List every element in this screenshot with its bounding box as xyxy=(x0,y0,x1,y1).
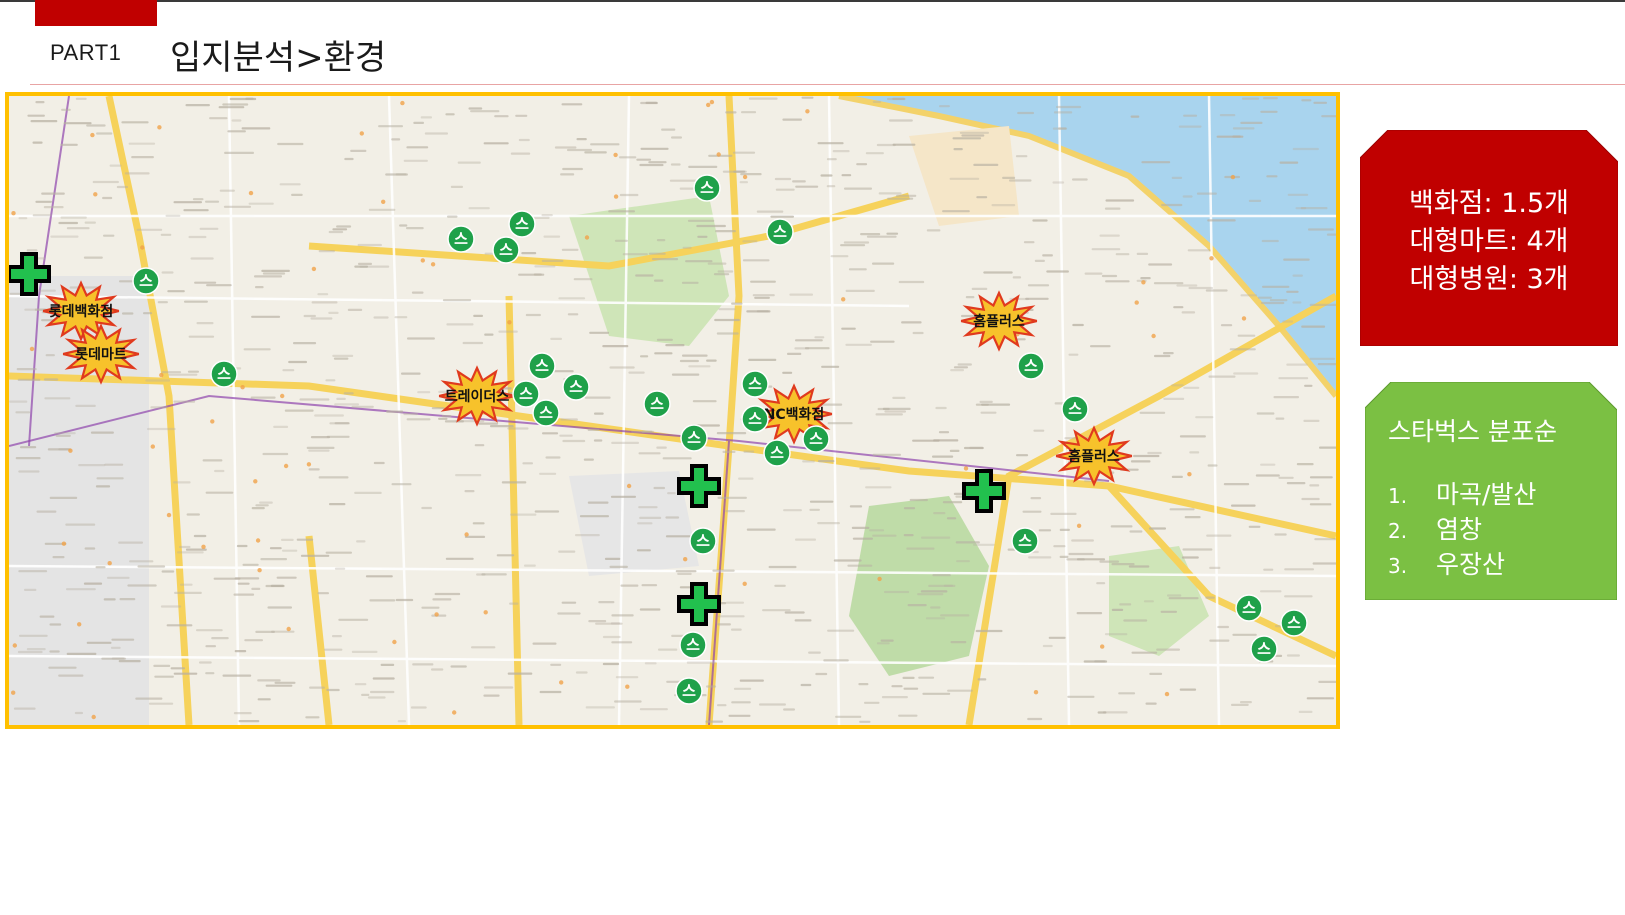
map-canvas: 롯데백화점NC백화점롯데마트트레이더스홈플러스홈플러스 스스스스스스스스스스스 스… xyxy=(9,96,1336,725)
starbucks-marker: 스 xyxy=(512,380,540,408)
starbucks-marker: 스 xyxy=(679,631,707,659)
starbucks-marker: 스 xyxy=(210,360,238,388)
starbucks-marker: 스 xyxy=(562,373,590,401)
rank-list: 1. 마곡/발산 2. 염창 3. 우장산 xyxy=(1388,478,1536,583)
starbucks-glyph: 스 xyxy=(1287,614,1301,632)
starbucks-glyph: 스 xyxy=(535,357,549,375)
starbucks-marker: 스 xyxy=(689,527,717,555)
title-divider xyxy=(30,84,1625,85)
slide: PART1 입지분석>환경 롯데백화점 NC백화점 롯데마트 트레이더스 홈플러… xyxy=(0,0,1625,915)
starbucks-marker: 스 xyxy=(1061,395,1089,423)
map-image: 롯데백화점 NC백화점 롯데마트 트레이더스 홈플러스 홈플러스 스스스스스스스스스스스스… xyxy=(5,92,1340,729)
starbucks-glyph: 스 xyxy=(499,241,513,259)
starbucks-glyph: 스 xyxy=(650,395,664,413)
summary-box: 백화점: 1.5개 대형마트: 4개 대형병원: 3개 xyxy=(1359,129,1619,347)
starbucks-glyph: 스 xyxy=(1068,400,1082,418)
poi-label: 홈플러스 xyxy=(973,313,1025,330)
rank-number: 1. xyxy=(1388,484,1408,508)
starbucks-glyph: 스 xyxy=(569,378,583,396)
starbucks-marker: 스 xyxy=(532,399,560,427)
poi-label: 롯데백화점 xyxy=(49,303,113,320)
summary-department-stores: 백화점: 1.5개 xyxy=(1409,188,1569,219)
starbucks-marker: 스 xyxy=(1235,594,1263,622)
starbucks-glyph: 스 xyxy=(1024,357,1038,375)
rank-number: 3. xyxy=(1388,554,1408,578)
starbucks-glyph: 스 xyxy=(696,532,710,550)
starbucks-glyph: 스 xyxy=(770,444,784,462)
starbucks-marker: 스 xyxy=(132,267,160,295)
starbucks-marker: 스 xyxy=(643,390,671,418)
starbucks-marker: 스 xyxy=(741,370,769,398)
starbucks-glyph: 스 xyxy=(682,682,696,700)
rank-item: 2. 염창 xyxy=(1388,513,1536,548)
header-accent-tab xyxy=(35,0,157,26)
starbucks-glyph: 스 xyxy=(773,223,787,241)
top-rule xyxy=(0,0,1625,2)
starbucks-glyph: 스 xyxy=(1242,599,1256,617)
poi-label: 홈플러스 xyxy=(1068,448,1120,465)
starbucks-glyph: 스 xyxy=(748,375,762,393)
starbucks-glyph: 스 xyxy=(217,365,231,383)
starbucks-marker: 스 xyxy=(675,677,703,705)
starbucks-marker: 스 xyxy=(693,174,721,202)
starbucks-marker: 스 xyxy=(741,405,769,433)
starbucks-marker: 스 xyxy=(528,352,556,380)
starbucks-rank-box: 스타벅스 분포순 1. 마곡/발산 2. 염창 3. 우장산 xyxy=(1364,381,1618,601)
poi-label: 트레이더스 xyxy=(445,388,510,405)
starbucks-marker: 스 xyxy=(492,236,520,264)
starbucks-marker: 스 xyxy=(802,425,830,453)
starbucks-marker: 스 xyxy=(766,218,794,246)
rank-text: 염창 xyxy=(1436,515,1483,544)
starbucks-marker: 스 xyxy=(763,439,791,467)
poi-label: 롯데마트 xyxy=(75,347,127,363)
starbucks-glyph: 스 xyxy=(748,410,762,428)
summary-text: 백화점: 1.5개 대형마트: 4개 대형병원: 3개 xyxy=(1360,185,1618,299)
starbucks-glyph: 스 xyxy=(139,272,153,290)
starbucks-glyph: 스 xyxy=(519,385,533,403)
rank-item: 3. 우장산 xyxy=(1388,548,1536,583)
rank-item: 1. 마곡/발산 xyxy=(1388,478,1536,513)
page-title: 입지분석>환경 xyxy=(170,38,387,78)
starbucks-marker: 스 xyxy=(1280,609,1308,637)
starbucks-marker: 스 xyxy=(447,225,475,253)
part-label: PART1 xyxy=(50,40,122,65)
starbucks-marker: 스 xyxy=(1250,635,1278,663)
rank-number: 2. xyxy=(1388,519,1408,543)
starbucks-glyph: 스 xyxy=(515,215,529,233)
starbucks-glyph: 스 xyxy=(809,430,823,448)
rank-text: 마곡/발산 xyxy=(1436,480,1537,509)
starbucks-glyph: 스 xyxy=(687,429,701,447)
starbucks-glyph: 스 xyxy=(1257,640,1271,658)
starbucks-marker: 스 xyxy=(1017,352,1045,380)
starbucks-glyph: 스 xyxy=(700,179,714,197)
starbucks-glyph: 스 xyxy=(1018,532,1032,550)
rank-text: 우장산 xyxy=(1436,550,1506,579)
starbucks-marker: 스 xyxy=(1011,527,1039,555)
starbucks-glyph: 스 xyxy=(454,230,468,248)
starbucks-marker: 스 xyxy=(508,210,536,238)
poi-label: NC백화점 xyxy=(764,406,825,423)
summary-marts: 대형마트: 4개 xyxy=(1409,226,1569,257)
summary-hospitals: 대형병원: 3개 xyxy=(1409,264,1569,295)
rank-title: 스타벅스 분포순 xyxy=(1388,417,1557,446)
starbucks-glyph: 스 xyxy=(539,404,553,422)
starbucks-glyph: 스 xyxy=(686,636,700,654)
starbucks-marker: 스 xyxy=(680,424,708,452)
